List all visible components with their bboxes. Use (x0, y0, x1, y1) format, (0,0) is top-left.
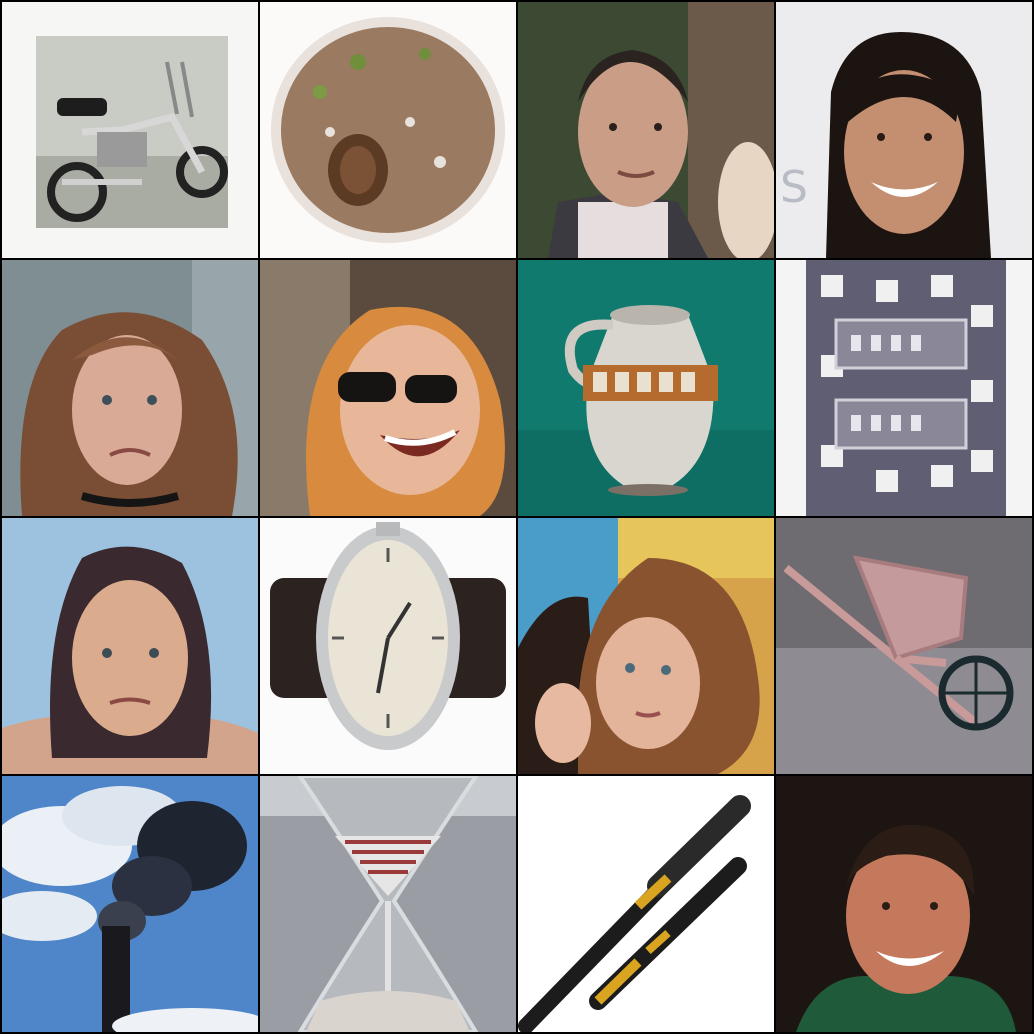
pattern-icon (776, 260, 1032, 516)
face-icon (2, 518, 258, 774)
tile-woman-portrait-wet-hair (2, 518, 258, 774)
tile-motorcycle (2, 2, 258, 258)
snail-icon (260, 2, 516, 258)
wheelbarrow-icon (776, 518, 1032, 774)
tile-cloth-pattern (776, 260, 1032, 516)
image-grid: S (0, 0, 1034, 1034)
tile-man-portrait-grinning (776, 776, 1032, 1032)
watch-icon (260, 518, 516, 774)
tile-woman-sunglasses (260, 260, 516, 516)
face-icon (260, 260, 516, 516)
svg-text:S: S (780, 162, 808, 213)
smokestack-icon (2, 776, 258, 1032)
face-icon (518, 2, 774, 258)
tile-wheelbarrow (776, 518, 1032, 774)
tile-pitcher (518, 260, 774, 516)
face-icon (2, 260, 258, 516)
tile-woman-portrait-looking-back (518, 518, 774, 774)
tile-hourglass (260, 776, 516, 1032)
hourglass-icon (260, 776, 516, 1032)
face-icon (776, 776, 1032, 1032)
tile-woman-portrait-smiling: S (776, 2, 1032, 258)
tile-snail (260, 2, 516, 258)
motorcycle-icon (2, 2, 258, 258)
tile-smokestack (2, 776, 258, 1032)
bat-icon (518, 776, 774, 1032)
face-icon (518, 518, 774, 774)
pitcher-icon (518, 260, 774, 516)
tile-wristwatch (260, 518, 516, 774)
tile-baseball-bats (518, 776, 774, 1032)
face-icon: S (776, 2, 1032, 258)
tile-woman-portrait-curly (2, 260, 258, 516)
tile-man-portrait (518, 2, 774, 258)
